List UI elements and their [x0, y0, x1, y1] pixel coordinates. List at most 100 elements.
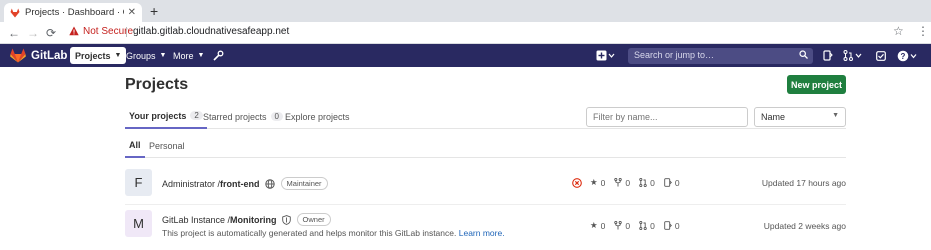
- issue-count[interactable]: 0: [664, 221, 680, 231]
- gitlab-logo-text: GitLab: [31, 49, 68, 62]
- gitlab-logo-link[interactable]: GitLab: [10, 48, 67, 63]
- learn-more-link[interactable]: Learn more.: [459, 228, 505, 238]
- project-stats: ★ 0 0 0 0: [590, 220, 689, 231]
- project-row: M GitLab Instance / Monitoring Owner Thi…: [125, 206, 846, 243]
- subtab-personal[interactable]: Personal: [149, 134, 185, 158]
- nav-projects-label: Projects: [75, 50, 111, 61]
- project-title: GitLab Instance / Monitoring Owner: [162, 213, 331, 226]
- merge-request-count[interactable]: 0: [639, 178, 655, 188]
- issues-icon[interactable]: [823, 47, 833, 64]
- nav-projects-dropdown[interactable]: Projects ▼: [70, 47, 127, 64]
- svg-text:?: ?: [901, 52, 906, 61]
- tab-your-projects[interactable]: Your projects 2: [125, 104, 207, 129]
- back-icon[interactable]: ←: [8, 25, 20, 41]
- merge-request-count-value: 0: [650, 177, 655, 188]
- issues-icon: [664, 178, 672, 187]
- address-separator: [126, 27, 127, 37]
- browser-menu-icon[interactable]: ⋮: [917, 24, 929, 38]
- filter-by-name-input[interactable]: [586, 107, 748, 127]
- forward-icon[interactable]: →: [27, 25, 39, 41]
- pipeline-failed-icon[interactable]: [572, 178, 582, 188]
- project-title: Administrator / front-end Maintainer: [162, 177, 328, 190]
- chevron-down-icon: ▼: [832, 112, 839, 119]
- browser-tab[interactable]: Projects · Dashboard · GitLab ✕: [4, 3, 142, 22]
- gitlab-top-bar: GitLab Projects ▼ Groups ▼ More ▼ Search…: [0, 44, 931, 67]
- project-namespace[interactable]: GitLab Instance /: [162, 215, 230, 225]
- updated-timestamp: Updated 2 weeks ago: [763, 221, 846, 231]
- tab-explore-projects[interactable]: Explore projects: [285, 104, 350, 129]
- warning-icon: [69, 26, 79, 36]
- url-field[interactable]: gitlab.gitlab.cloudnativesafeapp.net: [133, 25, 289, 39]
- project-avatar[interactable]: F: [125, 169, 152, 196]
- merge-request-icon: [639, 221, 647, 230]
- row-divider: [125, 204, 846, 205]
- browser-tab-strip: Projects · Dashboard · GitLab ✕ +: [0, 0, 931, 22]
- updated-timestamp: Updated 17 hours ago: [761, 178, 846, 188]
- issues-icon: [664, 221, 672, 230]
- merge-request-count-value: 0: [650, 220, 655, 231]
- project-description: This project is automatically generated …: [162, 228, 505, 238]
- starred-projects-count-badge: 0: [270, 112, 283, 121]
- star-count[interactable]: ★ 0: [590, 220, 605, 231]
- project-stats: ★ 0 0 0 0: [590, 177, 689, 188]
- chevron-down-icon: ▼: [159, 52, 167, 59]
- search-placeholder: Search or jump to…: [634, 50, 715, 60]
- tab-explore-projects-label: Explore projects: [285, 111, 350, 122]
- fork-count[interactable]: 0: [614, 178, 630, 188]
- fork-count-value: 0: [625, 177, 631, 188]
- merge-requests-icon[interactable]: [843, 47, 863, 64]
- star-icon: ★: [590, 177, 598, 187]
- new-item-plus-icon[interactable]: [596, 47, 616, 64]
- role-badge: Maintainer: [280, 177, 328, 190]
- merge-request-icon: [639, 178, 647, 187]
- search-icon: [799, 50, 808, 59]
- star-count-value: 0: [600, 177, 606, 188]
- fork-icon: [614, 221, 623, 230]
- nav-more-label: More: [173, 50, 194, 61]
- issue-count[interactable]: 0: [664, 178, 680, 188]
- role-badge: Owner: [296, 213, 331, 226]
- tab-starred-projects-label: Starred projects: [203, 111, 267, 122]
- bookmark-star-icon[interactable]: ☆: [893, 24, 904, 38]
- page-title: Projects: [125, 76, 189, 93]
- search-input[interactable]: Search or jump to…: [628, 48, 813, 64]
- star-count[interactable]: ★ 0: [590, 177, 605, 188]
- nav-groups-dropdown[interactable]: Groups ▼: [121, 47, 171, 64]
- browser-tab-title: Projects · Dashboard · GitLab: [25, 7, 124, 18]
- project-avatar[interactable]: M: [125, 210, 152, 237]
- gitlab-tanuki-icon: [10, 48, 26, 63]
- project-row: F Administrator / front-end Maintainer ★…: [125, 165, 846, 202]
- subtab-all[interactable]: All: [125, 134, 145, 158]
- tab-your-projects-label: Your projects: [129, 110, 187, 121]
- admin-area-wrench-icon[interactable]: [213, 47, 224, 64]
- globe-icon: [264, 178, 275, 189]
- new-project-button[interactable]: New project: [787, 75, 846, 94]
- todo-checkbox-icon[interactable]: [876, 47, 886, 64]
- sort-value: Name: [761, 112, 786, 122]
- project-namespace[interactable]: Administrator /: [162, 179, 220, 189]
- tab-starred-projects[interactable]: Starred projects 0: [203, 104, 283, 129]
- gitlab-favicon-icon: [10, 8, 20, 17]
- close-tab-icon[interactable]: ✕: [128, 7, 136, 18]
- your-projects-count-badge: 2: [190, 111, 203, 120]
- fork-count[interactable]: 0: [614, 221, 630, 231]
- shield-icon: [281, 214, 291, 225]
- project-filter-subtabs: All Personal: [125, 134, 846, 158]
- new-tab-button[interactable]: +: [150, 4, 158, 18]
- project-name-link[interactable]: Monitoring: [230, 215, 277, 225]
- help-icon[interactable]: ?: [897, 47, 919, 64]
- nav-groups-label: Groups: [126, 50, 156, 61]
- nav-more-dropdown[interactable]: More ▼: [168, 47, 209, 64]
- issue-count-value: 0: [674, 177, 680, 188]
- fork-icon: [614, 178, 623, 187]
- star-count-value: 0: [600, 220, 606, 231]
- merge-request-count[interactable]: 0: [639, 221, 655, 231]
- chevron-down-icon: ▼: [197, 52, 205, 59]
- fork-count-value: 0: [625, 220, 631, 231]
- sort-dropdown[interactable]: Name ▼: [754, 107, 846, 127]
- reload-icon[interactable]: ⟳: [46, 25, 56, 41]
- issue-count-value: 0: [674, 220, 680, 231]
- project-name-link[interactable]: front-end: [220, 179, 260, 189]
- star-icon: ★: [590, 220, 598, 230]
- project-description-text: This project is automatically generated …: [162, 228, 457, 238]
